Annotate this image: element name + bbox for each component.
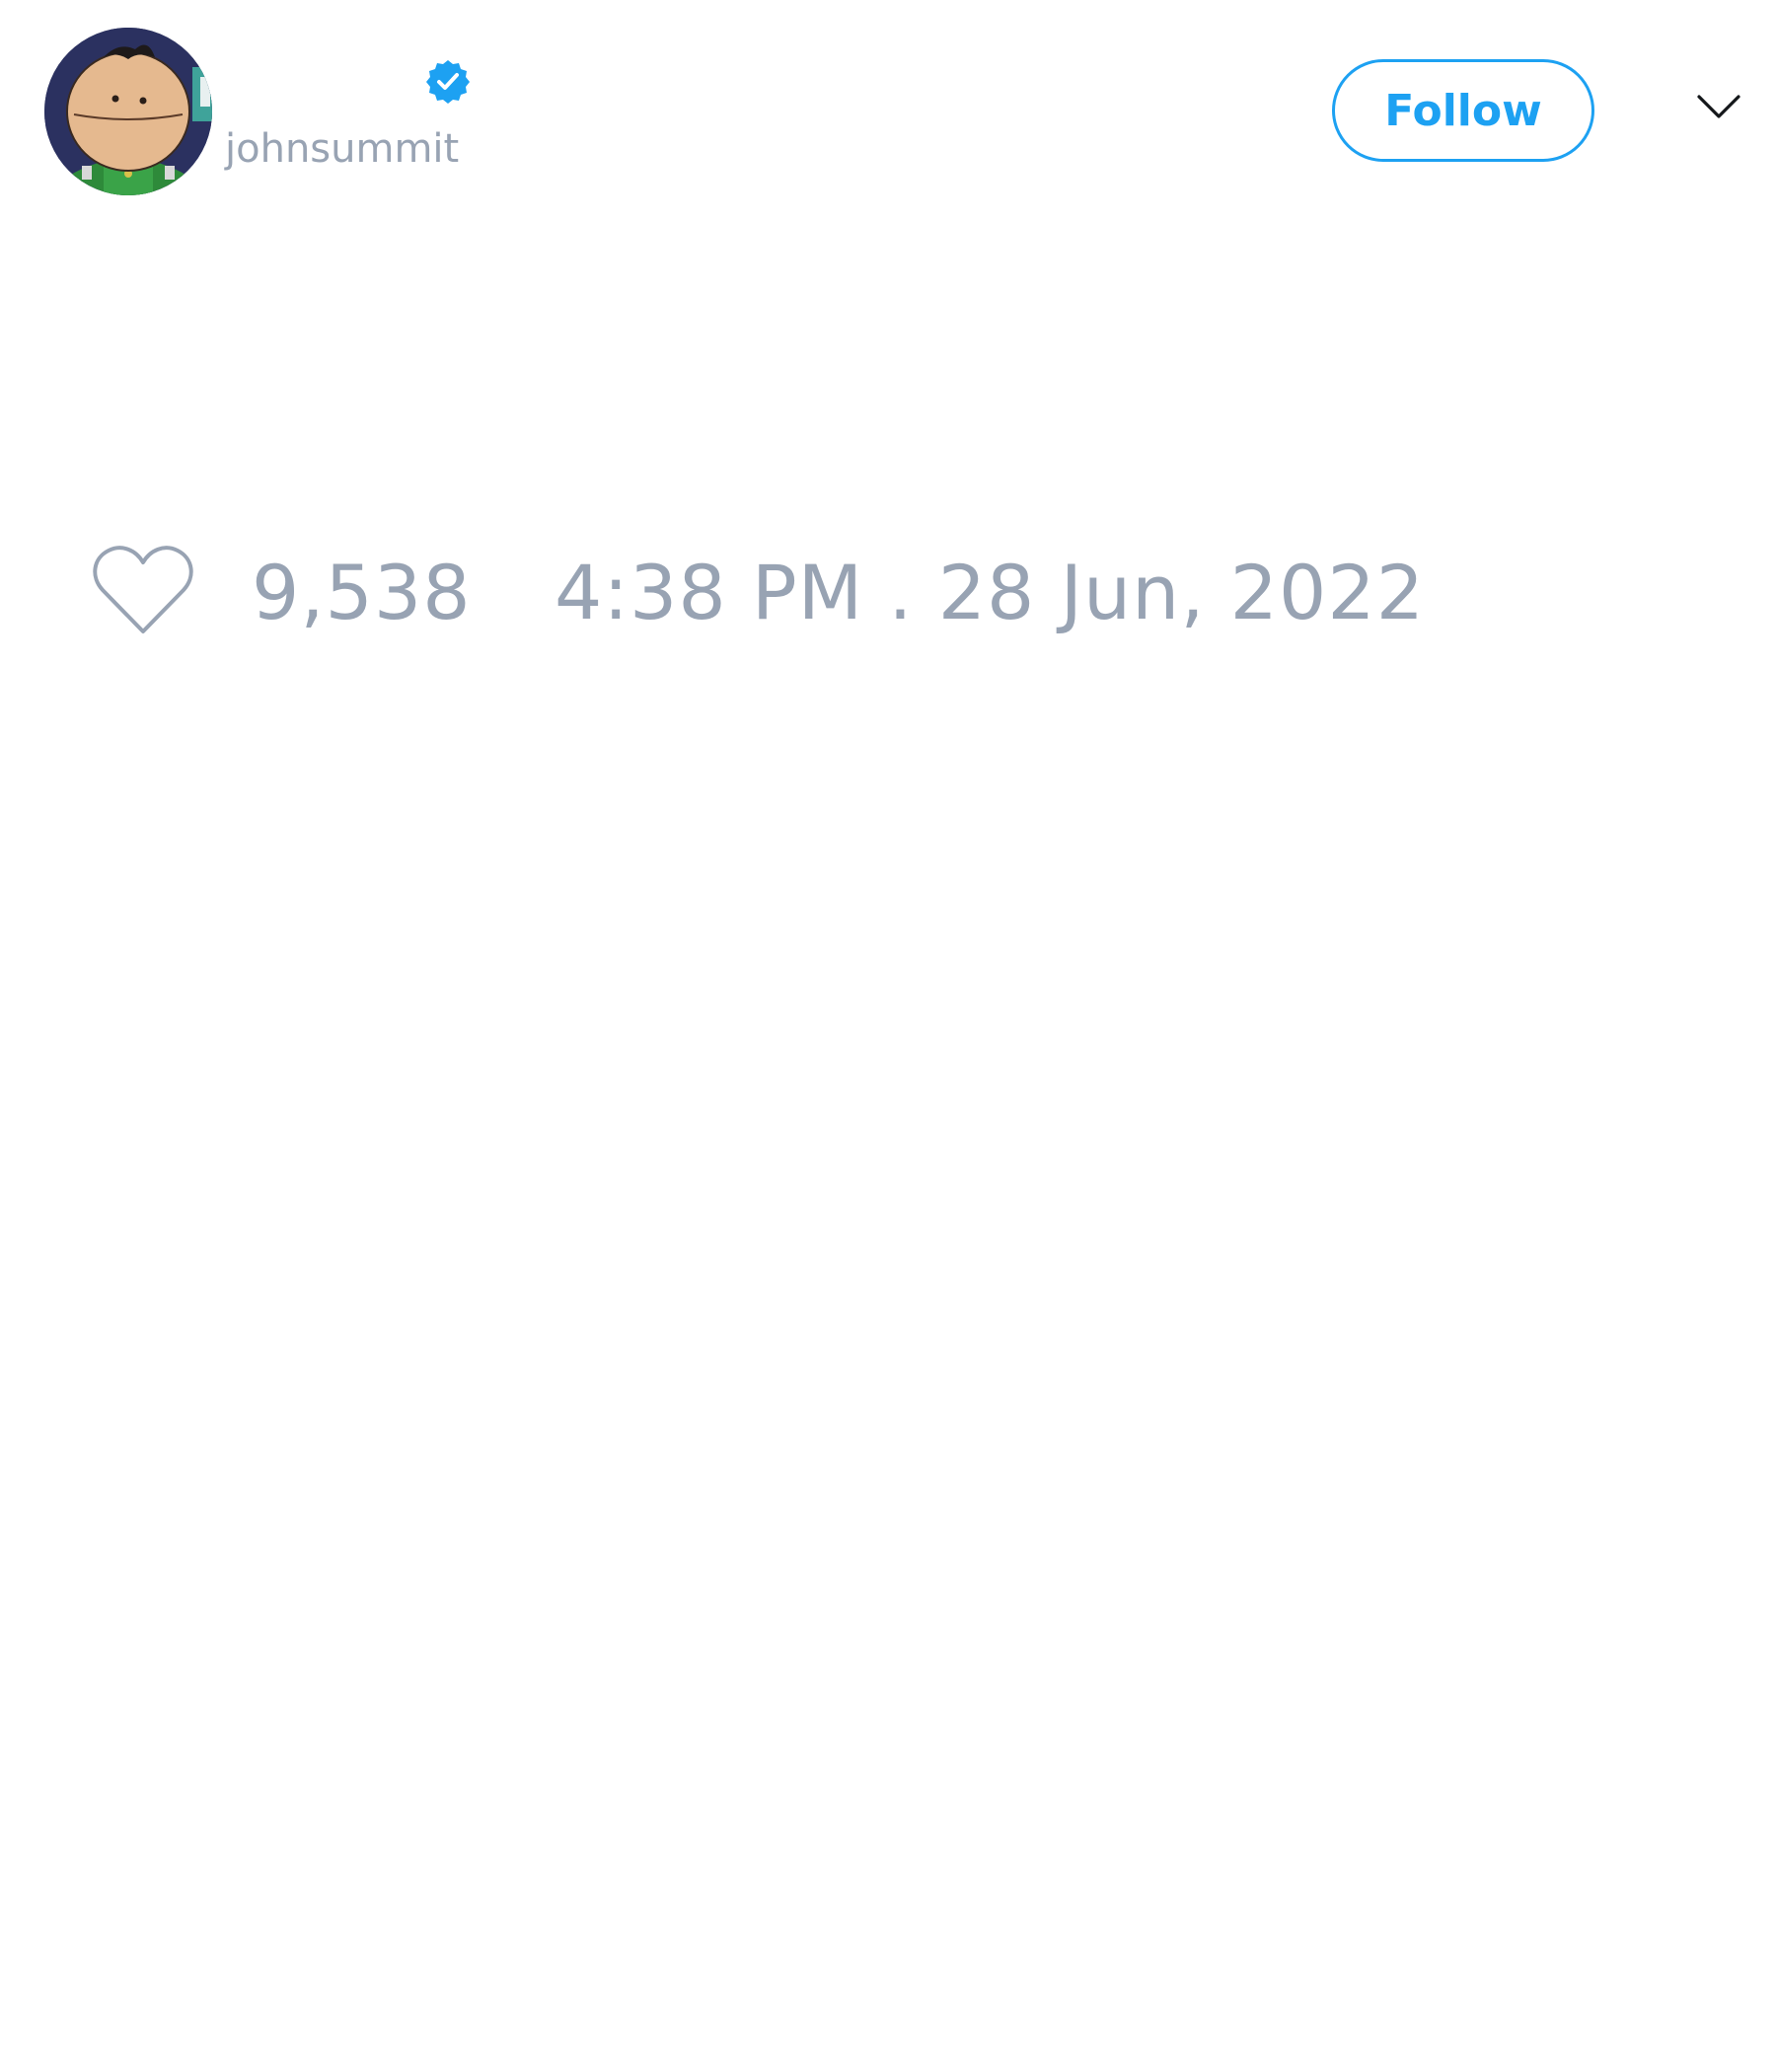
tweet-timestamp[interactable]: 4:38 PM . 28 Jun, 2022: [555, 549, 1425, 636]
heart-outline-icon[interactable]: [89, 541, 197, 639]
user-handle[interactable]: johnsummit: [225, 126, 459, 172]
tweet-card: johnsummit Follow 9,538 4:38 PM . 28 Jun…: [0, 0, 1776, 2072]
verified-badge-icon: [426, 60, 470, 104]
cartoon-character-avatar-icon: [44, 28, 212, 195]
chevron-down-icon[interactable]: [1695, 91, 1742, 122]
avatar[interactable]: [44, 28, 212, 195]
display-name-row: [227, 57, 472, 107]
like-count: 9,538: [252, 549, 472, 636]
follow-button[interactable]: Follow: [1332, 59, 1594, 162]
